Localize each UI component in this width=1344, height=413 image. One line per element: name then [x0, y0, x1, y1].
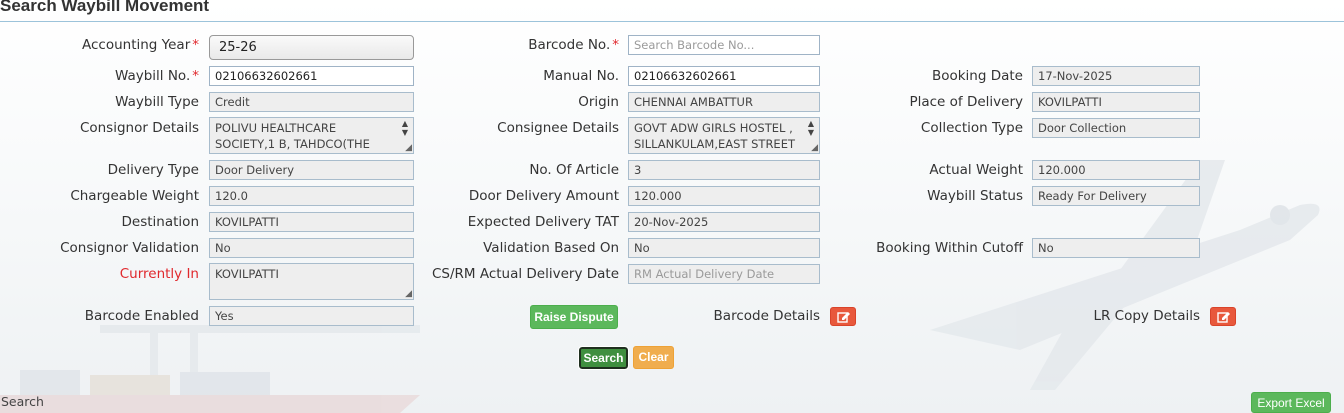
validation-based-on-label: Validation Based On — [483, 240, 619, 256]
title-divider — [0, 21, 1344, 22]
clear-button[interactable]: Clear — [633, 346, 674, 369]
consignee-details-textarea[interactable]: GOVT ADW GIRLS HOSTEL , SILLANKULAM,EAST… — [628, 117, 820, 154]
resize-grip-icon[interactable]: ◢ — [405, 290, 412, 299]
actual-weight-label: Actual Weight — [929, 162, 1023, 178]
barcode-details-button[interactable] — [830, 307, 856, 326]
waybill-type-field: Credit — [209, 92, 414, 112]
barcode-details-label: Barcode Details — [713, 308, 820, 324]
barcode-enabled-label: Barcode Enabled — [84, 308, 199, 324]
consignee-details-label: Consignee Details — [497, 120, 619, 136]
waybill-no-label: Waybill No. * — [114, 68, 199, 84]
currently-in-textarea[interactable]: KOVILPATTI ◢ — [209, 263, 414, 300]
origin-label: Origin — [578, 94, 619, 110]
waybill-no-input[interactable]: 02106632602661 — [209, 66, 414, 86]
accounting-year-label: Accounting Year * — [81, 37, 199, 53]
edit-icon — [837, 312, 850, 323]
manual-no-label: Manual No. — [543, 68, 619, 84]
destination-label: Destination — [121, 214, 199, 230]
origin-field: CHENNAI AMBATTUR — [628, 92, 820, 112]
delivery-type-label: Delivery Type — [107, 162, 199, 178]
waybill-type-label: Waybill Type — [115, 94, 199, 110]
validation-based-on-field: No — [628, 238, 820, 258]
booking-date-label: Booking Date — [931, 68, 1023, 84]
booking-within-cutoff-label: Booking Within Cutoff — [876, 240, 1023, 256]
destination-field: KOVILPATTI — [209, 212, 414, 232]
chargeable-weight-field: 120.0 — [209, 186, 414, 206]
consignor-details-label: Consignor Details — [79, 120, 199, 136]
edit-icon — [1217, 312, 1230, 323]
no-of-article-field: 3 — [628, 160, 820, 180]
consignor-validation-field: No — [209, 238, 414, 258]
actual-weight-field: 120.000 — [1032, 160, 1200, 180]
expected-delivery-tat-label: Expected Delivery TAT — [467, 214, 619, 230]
lr-copy-details-button[interactable] — [1210, 307, 1236, 326]
place-of-delivery-label: Place of Delivery — [909, 94, 1023, 110]
accounting-year-select[interactable]: 25-26 — [209, 35, 414, 60]
consignee-details-line2: SILLANKULAM,EAST STREET — [634, 137, 795, 151]
scroll-arrows-icon[interactable]: ▲ ▼ — [805, 119, 817, 137]
resize-grip-icon[interactable]: ◢ — [405, 144, 412, 153]
chargeable-weight-label: Chargeable Weight — [70, 188, 199, 204]
delivery-type-field: Door Delivery — [209, 160, 414, 180]
consignor-details-line2: SOCIETY,1 B, TAHDCO(THE — [215, 137, 370, 151]
scroll-arrows-icon[interactable]: ▲ ▼ — [399, 119, 411, 137]
booking-date-field: 17-Nov-2025 — [1032, 66, 1200, 86]
currently-in-label: Currently In — [119, 266, 199, 282]
cs-rm-actual-delivery-date-input[interactable]: RM Actual Delivery Date — [628, 264, 820, 284]
raise-dispute-button[interactable]: Raise Dispute — [530, 305, 618, 329]
consignor-details-line1: POLIVU HEALTHCARE — [215, 121, 337, 135]
lr-copy-details-label: LR Copy Details — [1093, 308, 1200, 324]
barcode-no-input[interactable]: Search Barcode No... — [628, 35, 820, 55]
waybill-status-label: Waybill Status — [927, 188, 1023, 204]
expected-delivery-tat-field: 20-Nov-2025 — [628, 212, 820, 232]
search-button[interactable]: Search — [578, 346, 629, 370]
consignee-details-line1: GOVT ADW GIRLS HOSTEL , — [634, 121, 793, 135]
consignor-details-textarea[interactable]: POLIVU HEALTHCARE SOCIETY,1 B, TAHDCO(TH… — [209, 117, 414, 154]
waybill-status-field: Ready For Delivery — [1032, 186, 1200, 206]
search-section-label: Search — [1, 394, 44, 409]
no-of-article-label: No. Of Article — [529, 162, 619, 178]
manual-no-input[interactable]: 02106632602661 — [628, 66, 820, 86]
consignor-validation-label: Consignor Validation — [60, 240, 199, 256]
collection-type-label: Collection Type — [920, 120, 1023, 136]
export-excel-button[interactable]: Export Excel — [1251, 392, 1331, 413]
booking-within-cutoff-field: No — [1032, 238, 1200, 258]
door-delivery-amount-label: Door Delivery Amount — [468, 188, 619, 204]
cs-rm-actual-delivery-date-label: CS/RM Actual Delivery Date — [431, 266, 619, 282]
place-of-delivery-field: KOVILPATTI — [1032, 92, 1200, 112]
door-delivery-amount-field: 120.000 — [628, 186, 820, 206]
page-title: Search Waybill Movement — [0, 0, 210, 15]
collection-type-field: Door Collection — [1032, 118, 1200, 138]
barcode-no-label: Barcode No. * — [528, 37, 619, 53]
currently-in-value: KOVILPATTI — [215, 267, 279, 281]
resize-grip-icon[interactable]: ◢ — [811, 144, 818, 153]
barcode-enabled-field: Yes — [209, 306, 414, 326]
